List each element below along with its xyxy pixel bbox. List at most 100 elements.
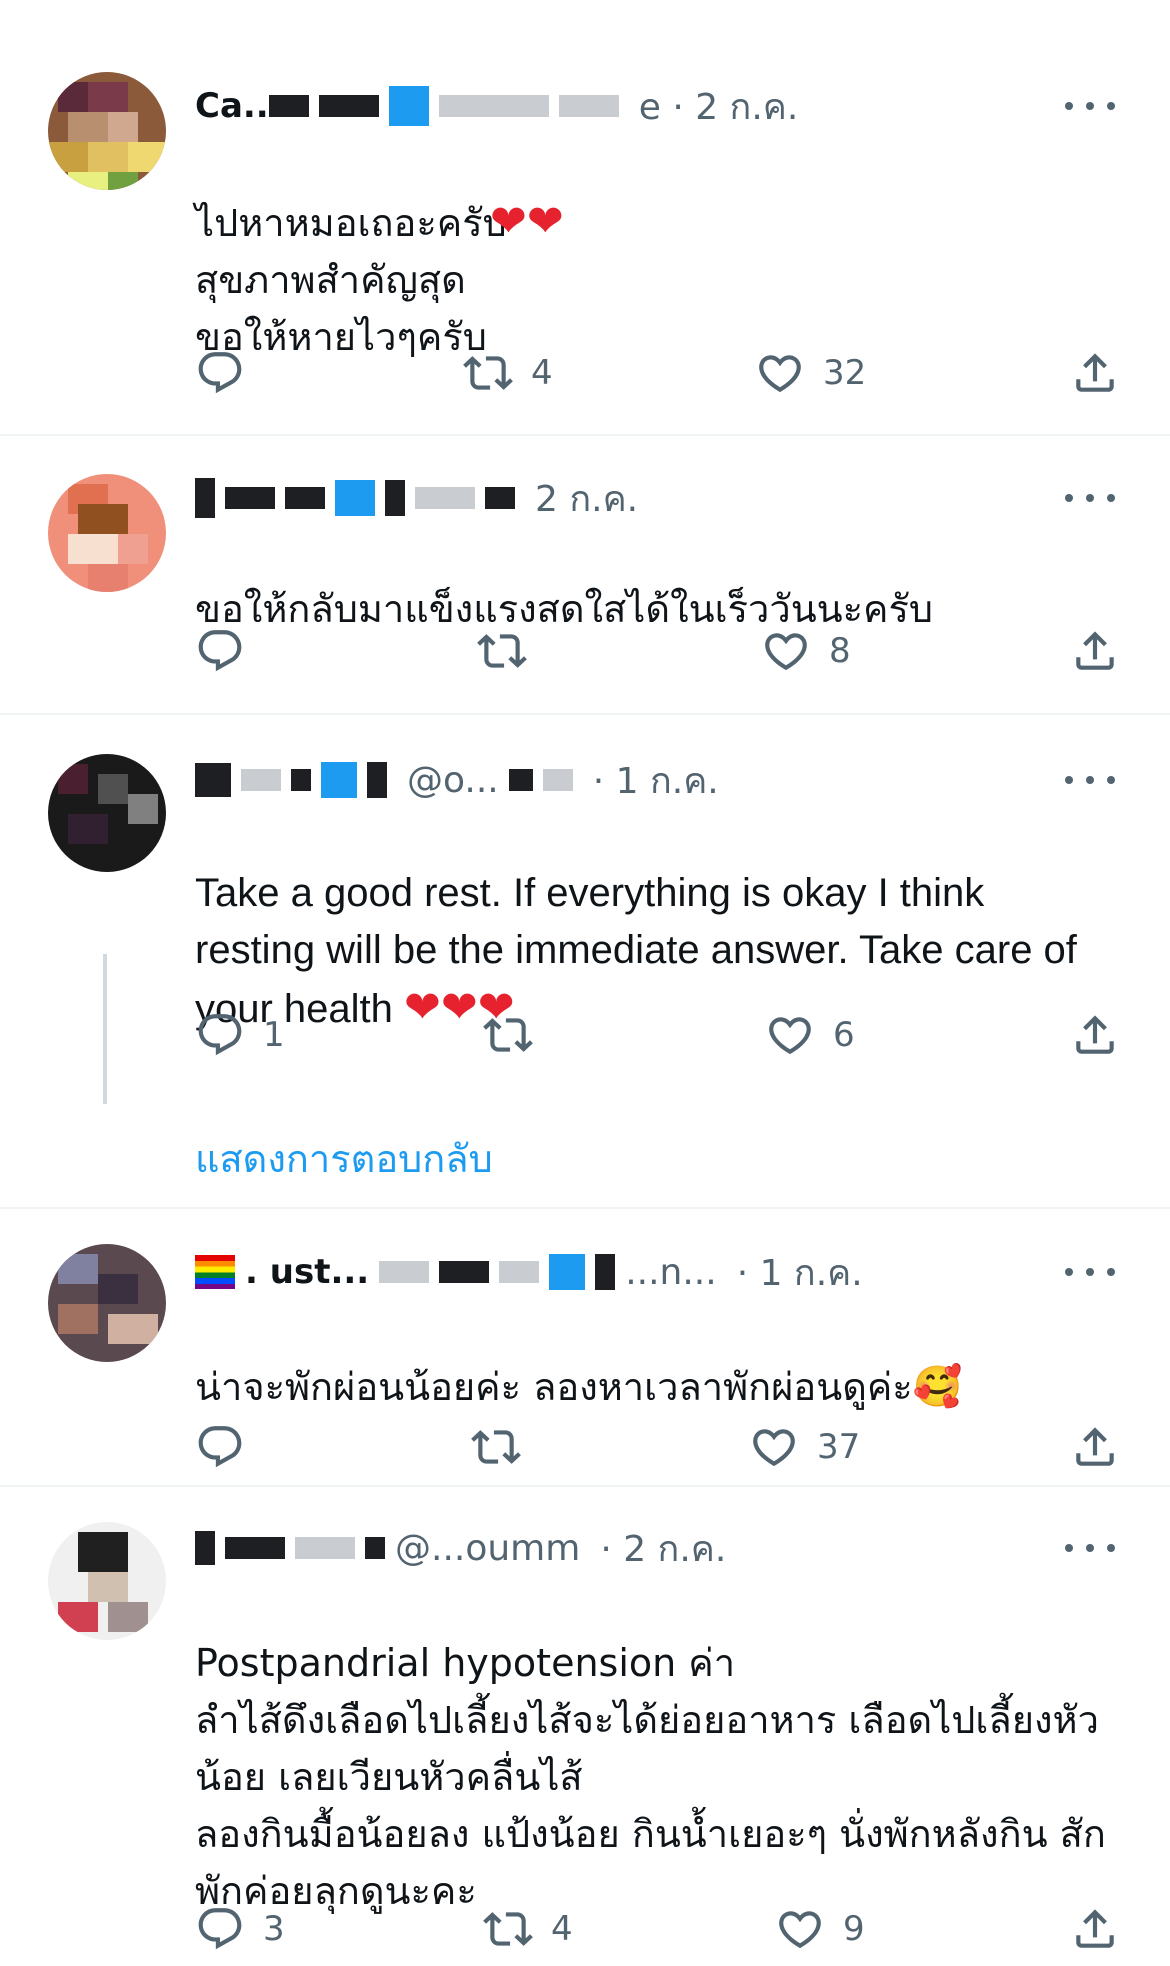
like-button[interactable]: 9 (775, 1904, 865, 1954)
more-options-icon[interactable] (1065, 1528, 1115, 1568)
reply-button[interactable] (195, 626, 263, 676)
display-name[interactable]: . ust... (245, 1252, 369, 1292)
tweet-header: Ca.. e · 2 ก.ค. (195, 82, 798, 130)
tweet-3[interactable]: @o... · 1 ก.ค. Take a good rest. If ever… (0, 714, 1170, 1208)
more-options-icon[interactable] (1065, 478, 1115, 518)
share-icon (1076, 1909, 1114, 1948)
retweet-button[interactable]: 4 (483, 1904, 573, 1954)
share-button[interactable] (1070, 1010, 1120, 1060)
retweet-count: 4 (531, 353, 553, 393)
reply-icon (198, 352, 242, 394)
reply-button[interactable]: 1 (195, 1010, 285, 1060)
redacted-block (268, 95, 309, 117)
like-count: 32 (823, 353, 867, 393)
redacted-block (225, 487, 275, 509)
redacted-block (485, 487, 515, 509)
retweet-button[interactable] (483, 1010, 551, 1060)
reply-button[interactable] (195, 1422, 263, 1472)
handle[interactable]: @...oumm (395, 1528, 580, 1569)
tweet-header: @o... · 1 ก.ค. (195, 756, 719, 804)
redacted-block (195, 478, 215, 518)
reply-count: 3 (263, 1909, 285, 1949)
handle[interactable]: ...n... (625, 1252, 716, 1293)
rainbow-flag-icon (195, 1255, 235, 1289)
avatar[interactable] (48, 72, 166, 190)
redacted-block (367, 762, 387, 798)
retweet-icon (463, 356, 513, 390)
redacted-block (558, 95, 619, 117)
like-count: 6 (833, 1015, 855, 1055)
redacted-block (241, 769, 281, 791)
tweet-4[interactable]: . ust... ...n... · 1 ก.ค. น่าจะพักผ่อนน้… (0, 1208, 1170, 1486)
like-button[interactable]: 8 (761, 626, 851, 676)
action-bar: 1 6 (195, 1010, 1120, 1060)
like-count: 37 (817, 1427, 861, 1467)
redacted-block (195, 763, 231, 797)
reply-icon (198, 1014, 242, 1056)
share-button[interactable] (1070, 1422, 1120, 1472)
avatar[interactable] (48, 1244, 166, 1362)
heart-emoji: ❤❤ (490, 196, 564, 247)
tweet-body: น่าจะพักผ่อนน้อยค่ะ ลองหาเวลาพักผ่อนดูค่… (195, 1365, 913, 1409)
avatar[interactable] (48, 1522, 166, 1640)
handle-date[interactable]: 2 ก.ค. (535, 470, 638, 527)
more-options-icon[interactable] (1065, 1252, 1115, 1292)
action-bar: 4 32 (195, 348, 1120, 398)
reply-count: 1 (263, 1015, 285, 1055)
reply-button[interactable]: 3 (195, 1904, 285, 1954)
share-icon (1076, 1427, 1114, 1466)
share-icon (1076, 1015, 1114, 1054)
avatar[interactable] (48, 474, 166, 592)
heart-icon (769, 1017, 811, 1055)
retweet-button[interactable] (471, 1422, 539, 1472)
show-replies-link[interactable]: แสดงการตอบกลับ (195, 1128, 493, 1189)
retweet-button[interactable] (477, 626, 545, 676)
redacted-block (295, 1537, 355, 1559)
share-button[interactable] (1070, 1904, 1120, 1954)
handle[interactable]: @o... (407, 760, 499, 801)
tweet-body: ไปหาหมอเถอะครับ สุขภาพสำคัญสุด ขอให้หายไ… (195, 201, 507, 359)
heart-icon (779, 1911, 821, 1949)
redacted-block (285, 487, 325, 509)
redacted-block (385, 480, 405, 516)
tweet-date[interactable]: · 1 ก.ค. (737, 1244, 863, 1301)
tweet-text: Take a good rest. If everything is okay … (195, 808, 1110, 1038)
redacted-block (321, 762, 357, 798)
tweet-header: . ust... ...n... · 1 ก.ค. (195, 1248, 863, 1296)
share-button[interactable] (1070, 348, 1120, 398)
tweet-text: ขอให้กลับมาแข็งแรงสดใสได้ในเร็ววันนะครับ (195, 524, 1110, 638)
heart-icon (759, 355, 801, 393)
heart-icon (753, 1429, 795, 1467)
tweet-date[interactable]: · 2 ก.ค. (600, 1520, 726, 1577)
redacted-block (335, 480, 375, 516)
tweet-body: Take a good rest. If everything is okay … (195, 871, 1077, 1031)
like-button[interactable]: 37 (749, 1422, 860, 1472)
redacted-block (195, 1531, 215, 1565)
tweet-5[interactable]: @...oumm · 2 ก.ค. Postpandrial hypotensi… (0, 1486, 1170, 1966)
display-name[interactable]: Ca.. (195, 86, 269, 126)
redacted-block (549, 1254, 586, 1290)
reply-button[interactable] (195, 348, 263, 398)
tweet-1[interactable]: Ca.. e · 2 ก.ค. ไปหาหมอเถอะครับ สุขภาพสำ… (0, 0, 1170, 436)
tweet-2[interactable]: 2 ก.ค. ขอให้กลับมาแข็งแรงสดใสได้ในเร็ววั… (0, 436, 1170, 714)
more-options-icon[interactable] (1065, 760, 1115, 800)
tweet-header: @...oumm · 2 ก.ค. (195, 1524, 726, 1572)
tweet-text: น่าจะพักผ่อนน้อยค่ะ ลองหาเวลาพักผ่อนดูค่… (195, 1302, 1110, 1416)
reply-icon (198, 1426, 242, 1468)
retweet-button[interactable]: 4 (463, 348, 553, 398)
retweet-icon (483, 1018, 533, 1052)
avatar[interactable] (48, 754, 166, 872)
retweet-icon (471, 1430, 521, 1464)
redacted-block (415, 487, 475, 509)
tweet-date[interactable]: · 1 ก.ค. (593, 752, 719, 809)
redacted-block (365, 1537, 385, 1559)
retweet-count: 4 (551, 1909, 573, 1949)
share-button[interactable] (1070, 626, 1120, 676)
redacted-block (291, 769, 311, 791)
more-options-icon[interactable] (1065, 86, 1115, 126)
redacted-block (438, 95, 549, 117)
like-button[interactable]: 32 (755, 348, 866, 398)
handle-date[interactable]: e · 2 ก.ค. (639, 78, 799, 135)
like-count: 8 (829, 631, 851, 671)
like-button[interactable]: 6 (765, 1010, 855, 1060)
